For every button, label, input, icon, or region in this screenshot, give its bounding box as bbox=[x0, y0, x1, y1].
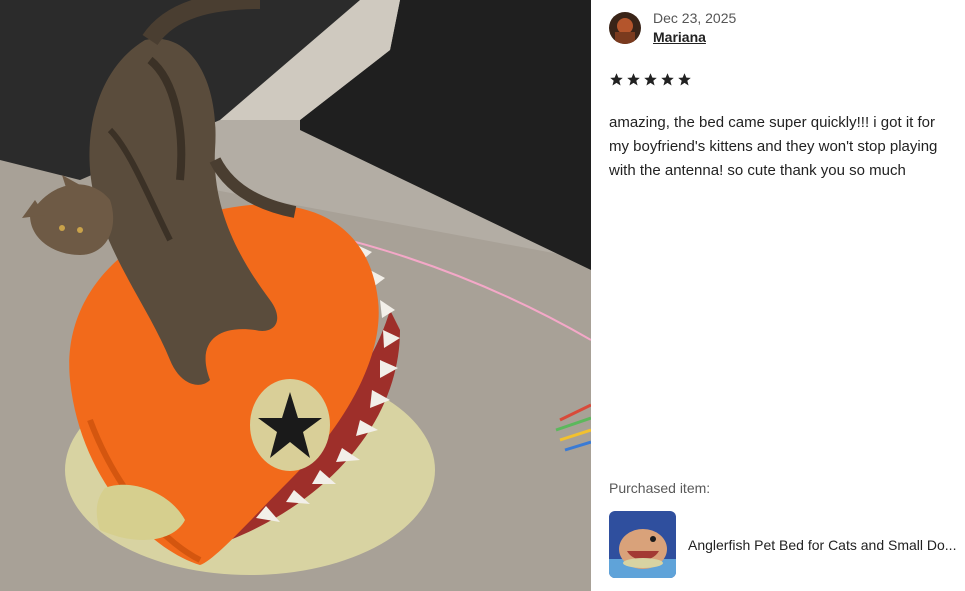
purchased-item-link[interactable]: Anglerfish Pet Bed for Cats and Small Do… bbox=[609, 511, 959, 578]
avatar[interactable] bbox=[609, 12, 641, 44]
star-icon bbox=[610, 73, 623, 86]
review-text: amazing, the bed came super quickly!!! i… bbox=[609, 114, 938, 179]
review-panel: Dec 23, 2025 Mariana amazing, the bed ca… bbox=[591, 0, 965, 591]
review-photo[interactable] bbox=[0, 0, 591, 591]
avatar-image bbox=[609, 12, 641, 44]
review-photo-image bbox=[0, 0, 591, 591]
star-icon bbox=[678, 73, 691, 86]
purchased-item-label: Purchased item: bbox=[609, 480, 711, 496]
star-icon bbox=[661, 73, 674, 86]
item-thumbnail-image bbox=[609, 511, 676, 578]
star-icon bbox=[644, 73, 657, 86]
star-rating bbox=[609, 72, 692, 87]
reviewer-name-link[interactable]: Mariana bbox=[653, 28, 736, 47]
item-thumbnail[interactable] bbox=[609, 511, 676, 578]
review-date: Dec 23, 2025 bbox=[653, 10, 737, 26]
item-title[interactable]: Anglerfish Pet Bed for Cats and Small Do… bbox=[688, 537, 958, 553]
star-icon bbox=[627, 73, 640, 86]
reviewer-header: Dec 23, 2025 Mariana bbox=[609, 9, 736, 47]
